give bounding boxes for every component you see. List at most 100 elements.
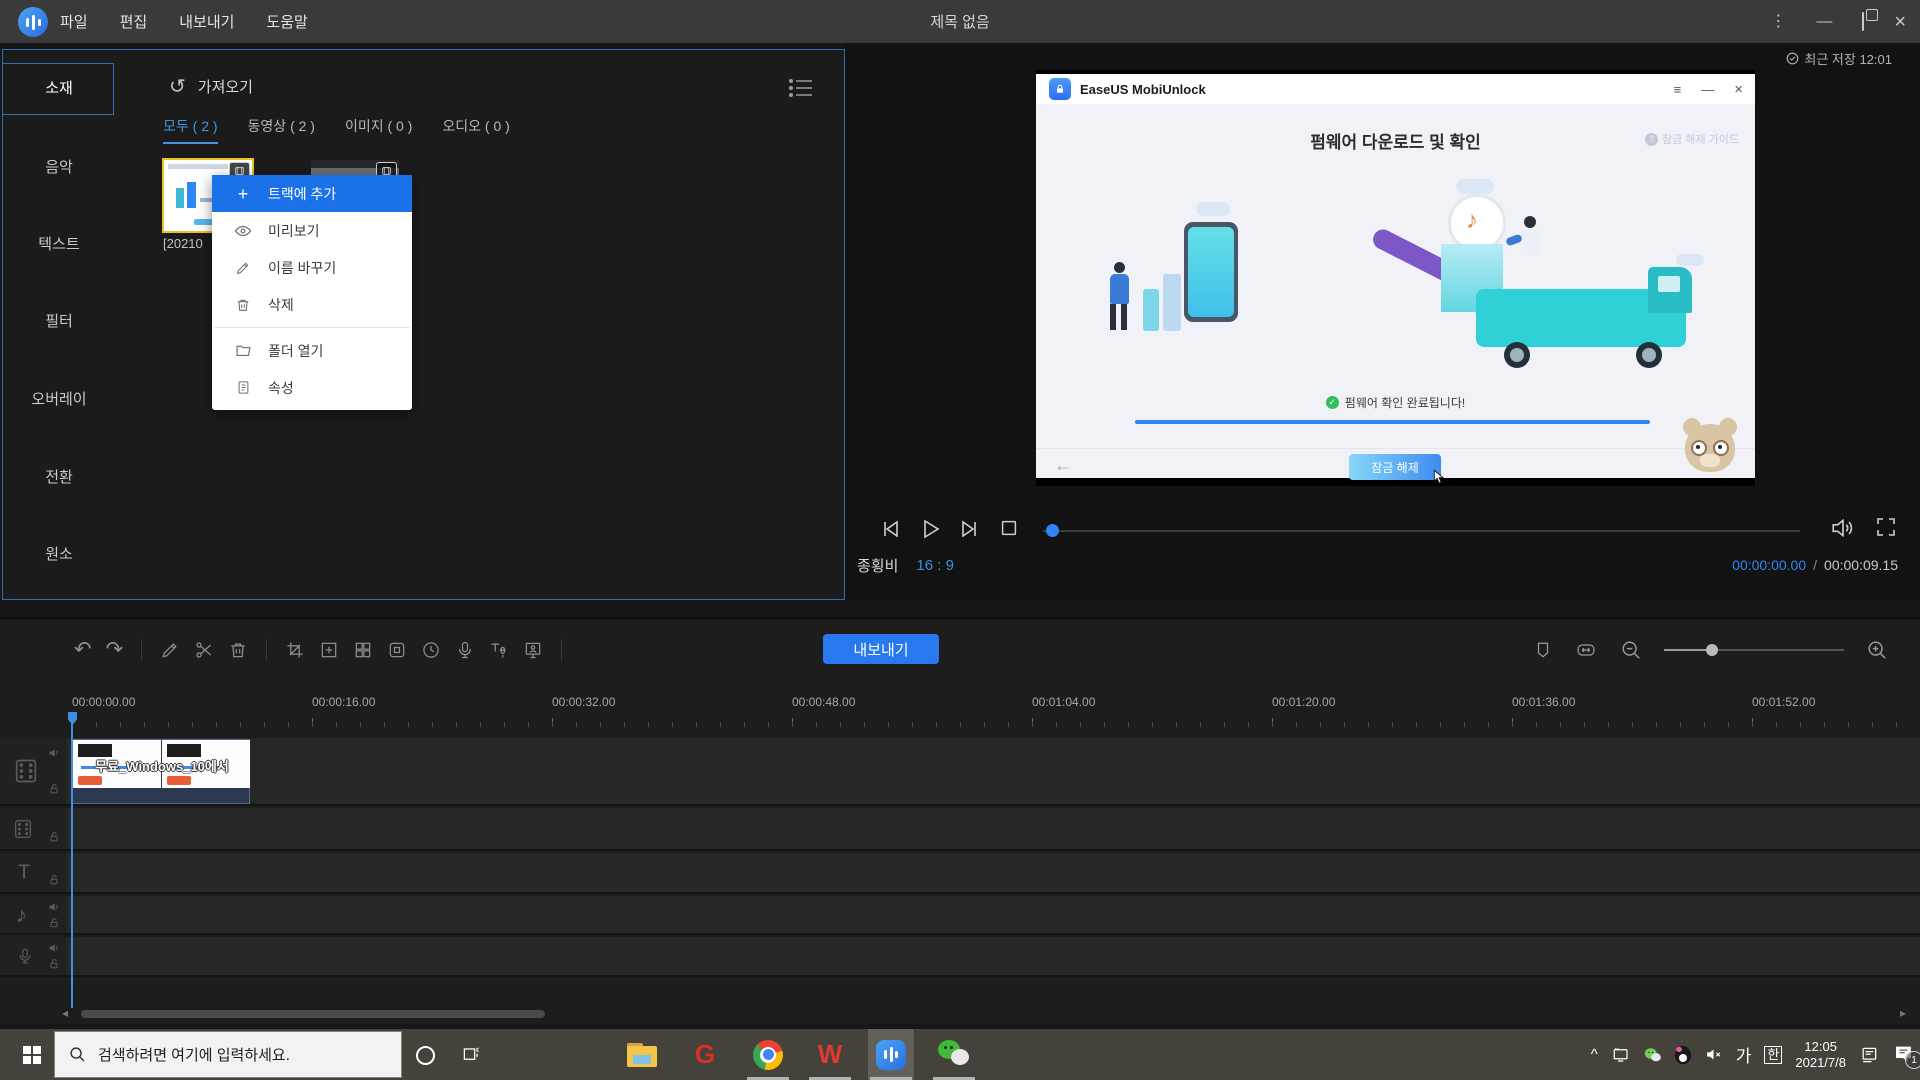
track-voiceover[interactable] [0,937,1920,977]
wechat-tray-icon[interactable] [1644,1047,1662,1063]
freeze-frame-icon[interactable] [387,640,407,660]
zoom-frame-icon[interactable] [319,640,339,660]
context-menu-add-to-track[interactable]: + 트랙에 추가 [212,175,412,212]
track-text[interactable]: T [0,853,1920,894]
fullscreen-icon[interactable] [1874,515,1898,539]
duration-clock-icon[interactable] [421,640,441,660]
context-menu-label: 폴더 열기 [268,341,323,361]
track-mute-icon[interactable] [48,747,60,759]
aspect-ratio-select[interactable]: 16 : 9 [916,557,954,574]
ime-hanja-indicator[interactable]: 한 [1764,1046,1782,1064]
sidebar-item-text[interactable]: 텍스트 [3,233,115,254]
track-lock-icon[interactable] [48,783,60,795]
context-menu-delete[interactable]: 삭제 [212,286,412,323]
scroll-right-icon[interactable]: ▸ [1900,1006,1906,1020]
taskbar-wechat[interactable] [931,1029,977,1080]
fit-timeline-icon[interactable] [1574,640,1598,660]
taskbar-search[interactable] [54,1031,402,1078]
taskbar-chrome[interactable] [745,1029,791,1080]
tab-audio[interactable]: 오디오 ( 0 ) [442,116,509,144]
undo-icon[interactable]: ↶ [74,639,92,660]
zoom-out-icon[interactable] [1620,639,1642,661]
cortana-icon[interactable] [416,1046,435,1065]
taskbar-wps[interactable]: W [807,1029,853,1080]
taskbar-gom-app[interactable]: G [682,1029,728,1080]
ime-korean-indicator[interactable]: 가 [1736,1042,1752,1067]
seek-handle[interactable] [1046,524,1059,537]
context-menu-open-folder[interactable]: 폴더 열기 [212,332,412,369]
track-lock-icon[interactable] [48,958,60,970]
track-mute-icon[interactable] [48,942,60,954]
sidebar-item-media[interactable]: 소재 [3,77,115,98]
network-display-icon[interactable] [1611,1046,1631,1064]
voiceover-mic-icon[interactable] [455,640,475,660]
text-to-speech-icon[interactable] [489,640,509,660]
zoom-slider-handle[interactable] [1706,644,1718,656]
taskbar-file-explorer[interactable] [619,1029,665,1080]
hidden-icons-chevron[interactable]: ^ [1591,1046,1598,1063]
context-menu-rename[interactable]: 이름 바꾸기 [212,249,412,286]
import-button[interactable]: ↺ 가져오기 [169,74,253,99]
delete-trash-icon[interactable] [228,640,248,660]
plus-icon: + [232,185,254,203]
zoom-in-icon[interactable] [1866,639,1888,661]
split-scissors-icon[interactable] [194,640,214,660]
track-video[interactable]: 무료_Windows_10에서 [0,738,1920,806]
track-mute-icon[interactable] [48,901,60,913]
export-button[interactable]: 내보내기 [823,634,939,664]
track-overlay[interactable] [0,808,1920,851]
close-icon[interactable]: × [1894,12,1906,32]
taskbar-clock[interactable]: 12:05 2021/7/8 [1795,1039,1846,1071]
sidebar-item-filter[interactable]: 필터 [3,310,115,331]
track-lock-icon[interactable] [48,917,60,929]
seek-bar[interactable] [1043,530,1800,532]
menu-export[interactable]: 내보내기 [179,11,234,32]
next-frame-icon[interactable] [958,517,982,541]
sidebar-item-element[interactable]: 원소 [3,543,115,564]
sidebar-item-music[interactable]: 음악 [3,156,115,177]
crop-icon[interactable] [285,640,305,660]
volume-muted-icon[interactable] [1704,1046,1723,1063]
marker-flag-icon[interactable] [1534,640,1552,660]
context-menu-properties[interactable]: 속성 [212,369,412,406]
app-window: 파일 편집 내보내기 도움말 제목 없음 ⋮ — × 소재 음악 텍스트 필터 … [0,0,1920,1080]
task-view-icon[interactable] [462,1045,481,1064]
timeline-clip[interactable]: 무료_Windows_10에서 [72,739,250,804]
ruler-minor-ticks[interactable] [72,722,1902,727]
toolbar-left-icons: ↶ ↷ [74,619,566,680]
taskbar-video-editor[interactable] [868,1029,914,1080]
stop-icon[interactable] [998,517,1020,539]
presenter-icon[interactable] [523,640,543,660]
context-menu-label: 속성 [268,378,294,398]
tab-all[interactable]: 모두 ( 2 ) [163,116,218,144]
track-lock-icon[interactable] [48,831,60,843]
redo-icon[interactable]: ↷ [106,639,124,660]
menu-help[interactable]: 도움말 [266,11,307,32]
volume-icon[interactable] [1830,515,1856,541]
play-icon[interactable] [918,517,942,541]
qq-tray-icon[interactable] [1675,1046,1691,1064]
previous-frame-icon[interactable] [878,517,902,541]
notes-tray-icon[interactable] [1859,1045,1879,1065]
track-lock-icon[interactable] [48,874,60,886]
mosaic-icon[interactable] [353,640,373,660]
restore-icon[interactable] [1862,13,1864,31]
timeline-zoom-slider[interactable] [1664,644,1844,656]
menu-file[interactable]: 파일 [60,11,88,32]
more-options-icon[interactable]: ⋮ [1770,14,1786,30]
start-button[interactable] [10,1029,54,1080]
tab-image[interactable]: 이미지 ( 0 ) [345,116,412,144]
search-input[interactable] [96,1045,380,1064]
context-menu-preview[interactable]: 미리보기 [212,212,412,249]
track-music[interactable]: ♪ [0,896,1920,935]
horizontal-scrollbar[interactable] [81,1010,545,1018]
tab-video[interactable]: 동영상 ( 2 ) [248,116,315,144]
edit-pencil-icon[interactable] [160,640,180,660]
list-view-icon[interactable] [789,78,813,98]
sidebar-item-transition[interactable]: 전환 [3,466,115,487]
minimize-icon[interactable]: — [1816,14,1832,30]
scroll-left-icon[interactable]: ◂ [62,1006,68,1020]
menu-edit[interactable]: 편집 [120,11,148,32]
sidebar-item-overlay[interactable]: 오버레이 [3,388,115,409]
action-center-icon[interactable]: 1 [1892,1044,1914,1065]
